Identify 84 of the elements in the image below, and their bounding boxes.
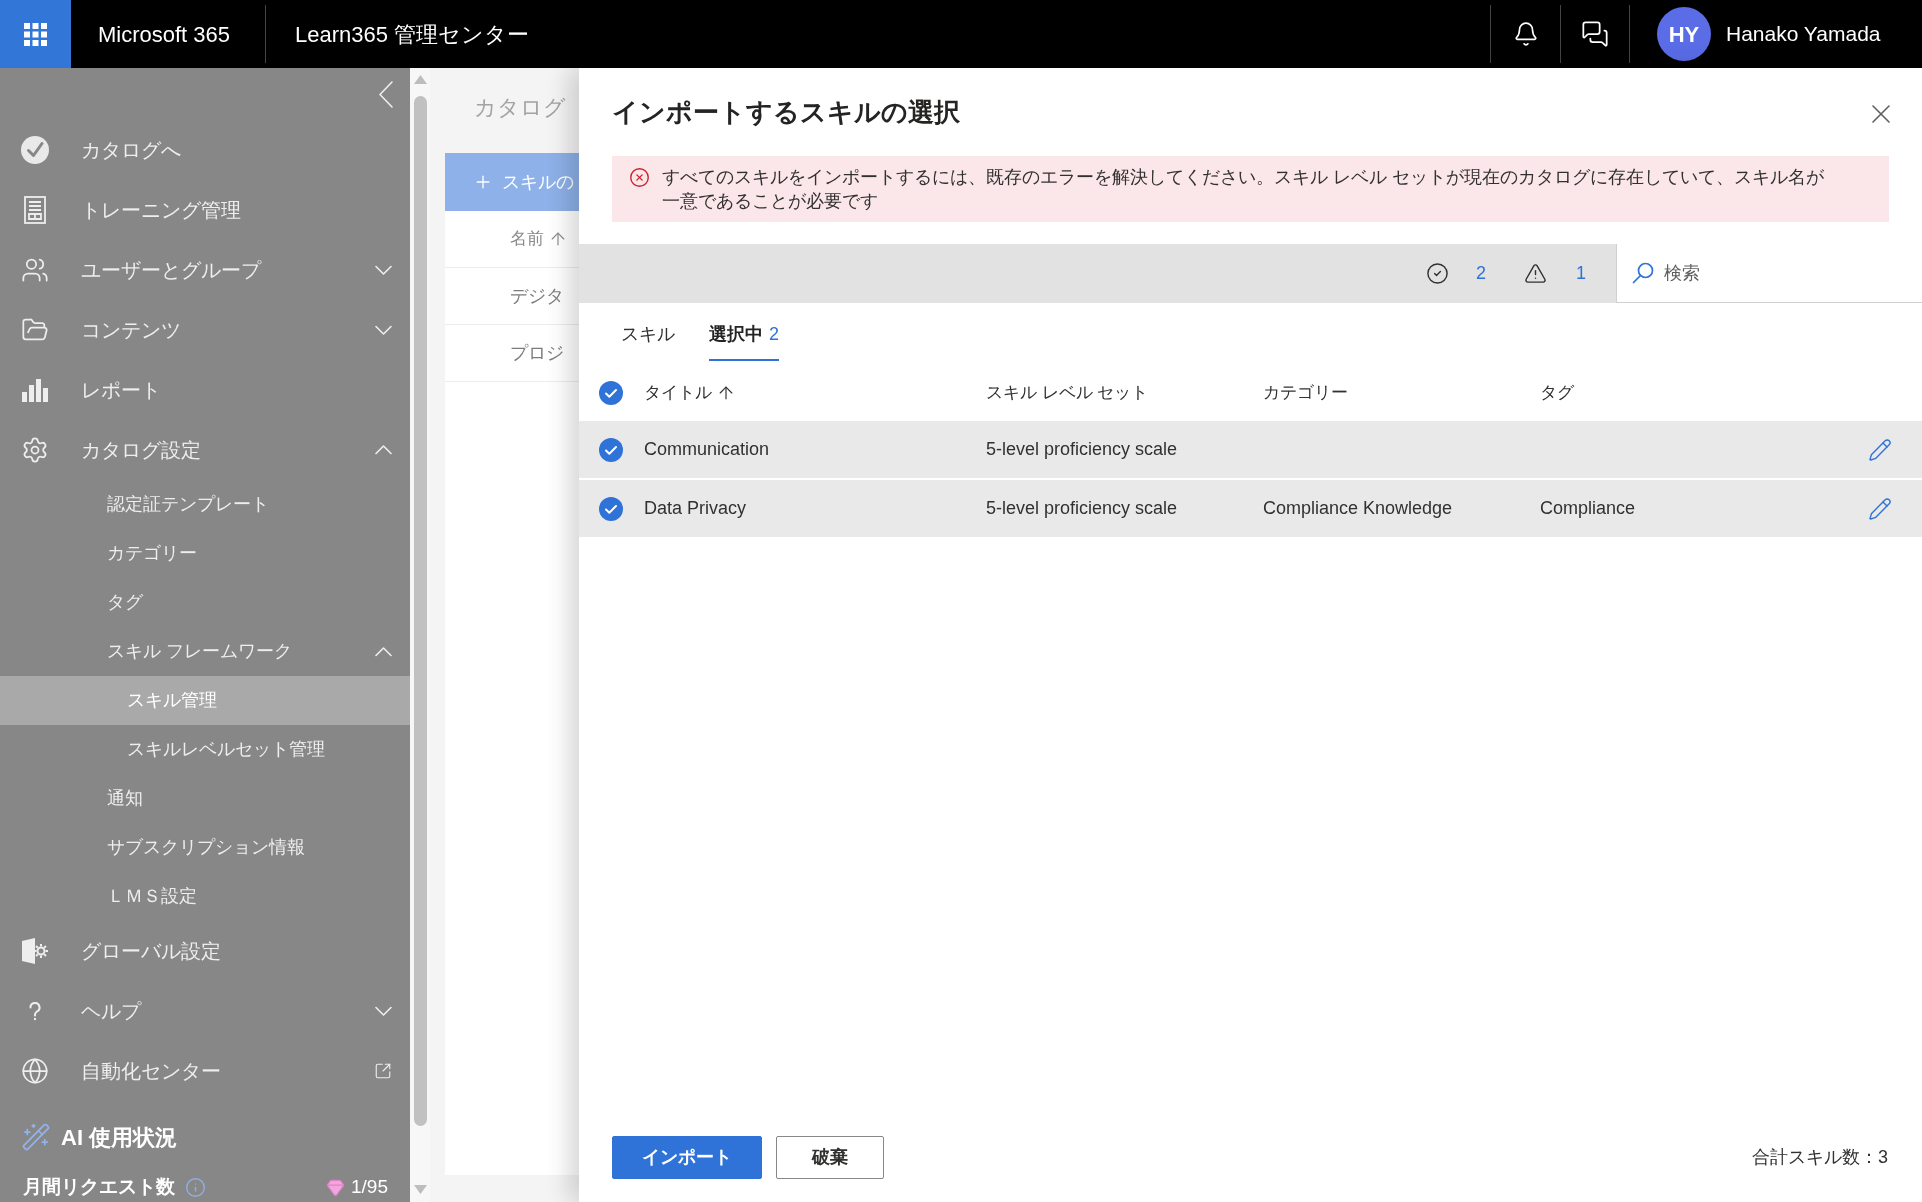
people-icon	[21, 256, 49, 284]
select-all-checkbox[interactable]	[599, 381, 623, 405]
bell-icon	[1512, 21, 1539, 47]
add-skill-button[interactable]: スキルの	[445, 153, 579, 211]
nav-item[interactable]: コンテンツ	[0, 300, 410, 360]
search-field[interactable]: 検索	[1616, 244, 1922, 303]
app-title: Learn365 管理センター	[295, 20, 530, 49]
app-name[interactable]: Microsoft 365	[98, 17, 231, 51]
user-name: Hanako Yamada	[1726, 21, 1881, 48]
nav-item[interactable]: カタログへ	[0, 120, 410, 180]
edit-button[interactable]	[1868, 437, 1892, 462]
chat-bubbles-icon	[1581, 20, 1609, 48]
table-cell: Communication	[644, 439, 770, 459]
table-cell: Compliance Knowledge	[1263, 498, 1453, 518]
nav-item[interactable]: 自動化センター	[0, 1041, 410, 1101]
nav-item[interactable]: ユーザーとグループ	[0, 240, 410, 300]
globe-icon	[21, 1056, 49, 1086]
nav-item[interactable]: トレーニング管理	[0, 180, 410, 240]
table-cell: 5-level proficiency scale	[986, 439, 1178, 459]
column-header[interactable]: スキル レベル セット	[986, 380, 1149, 406]
notifications-button[interactable]	[1512, 21, 1539, 47]
tab[interactable]: 選択中 2	[709, 303, 779, 361]
nav-item[interactable]: カタログ設定	[0, 420, 410, 480]
nav-item[interactable]: サブスクリプション情報	[0, 823, 410, 872]
edit-button[interactable]	[1868, 496, 1892, 521]
column-header[interactable]: タグ	[1540, 380, 1574, 406]
chevron-left-icon	[379, 80, 393, 108]
error-icon	[629, 167, 650, 188]
request-count-label: 月間リクエスト数	[23, 1174, 175, 1199]
nav-item[interactable]: ＬＭＳ設定	[0, 872, 410, 921]
nav-item[interactable]: 認定証テンプレート	[0, 480, 410, 529]
error-message: すべてのスキルをインポートするには、既存のエラーを解決してください。スキル レベル セットが現在のカタログに存在していて、スキル名が一意であることが必要です	[662, 166, 1825, 213]
table-cell: Data Privacy	[644, 498, 747, 518]
nav-item[interactable]: レポート	[0, 360, 410, 420]
scrollbar-thumb[interactable]	[413, 96, 427, 1126]
warning-icon	[1524, 262, 1547, 285]
waffle-icon	[24, 22, 47, 46]
pencil-icon	[1868, 496, 1892, 521]
column-header[interactable]: カテゴリー	[1263, 380, 1348, 406]
row-checkbox[interactable]	[599, 437, 623, 462]
bar-chart-icon	[22, 378, 48, 402]
search-icon	[1632, 262, 1654, 284]
pencil-icon	[1868, 437, 1892, 462]
user-avatar[interactable]: HY	[1657, 7, 1711, 61]
nav-item[interactable]: グローバル設定	[0, 921, 410, 981]
panel-title: インポートするスキルの選択	[612, 95, 960, 129]
check-circle-icon	[21, 136, 49, 164]
nav-item[interactable]: カテゴリー	[0, 529, 410, 578]
import-button[interactable]: インポート	[612, 1136, 762, 1179]
question-mark-icon	[29, 1001, 41, 1021]
chat-button[interactable]	[1581, 20, 1609, 48]
external-link-icon	[374, 1062, 392, 1080]
request-count: 1/95	[351, 1174, 388, 1199]
nav-item[interactable]: スキルレベルセット管理	[0, 725, 410, 774]
check-circle-icon	[1425, 262, 1449, 285]
close-button[interactable]	[1871, 104, 1891, 124]
nav-item[interactable]: スキル管理	[0, 676, 410, 725]
valid-count[interactable]: 2	[1475, 260, 1486, 287]
tab[interactable]: スキル	[621, 303, 675, 361]
settings-icon	[21, 436, 49, 464]
total-count: 合計スキル数：3	[1752, 1146, 1888, 1169]
column-header[interactable]: 名前	[510, 226, 568, 252]
settings-tile-icon	[21, 937, 49, 965]
table-cell: Compliance	[1540, 498, 1636, 518]
table-cell-text: デジタ	[510, 284, 564, 308]
table-cell-text: プロジ	[510, 341, 564, 365]
close-icon	[1872, 105, 1890, 123]
ai-usage-title: AI 使用状況	[61, 1123, 178, 1152]
document-icon	[24, 196, 46, 224]
nav-item[interactable]: ヘルプ	[0, 981, 410, 1041]
nav-item[interactable]: タグ	[0, 578, 410, 627]
table-cell: 5-level proficiency scale	[986, 498, 1178, 518]
row-checkbox[interactable]	[599, 496, 623, 521]
nav-item[interactable]: スキル フレームワーク	[0, 627, 410, 676]
nav-item[interactable]: 通知	[0, 774, 410, 823]
app-launcher-button[interactable]	[0, 0, 71, 68]
gem-icon	[326, 1177, 345, 1197]
magic-wand-icon	[21, 1122, 51, 1152]
page-heading: カタログ	[474, 94, 566, 122]
discard-button[interactable]: 破棄	[776, 1136, 884, 1179]
scrollbar[interactable]	[410, 68, 430, 1202]
warning-count[interactable]: 1	[1576, 260, 1586, 287]
collapse-button[interactable]	[379, 80, 393, 108]
column-header[interactable]: タイトル	[644, 380, 736, 406]
